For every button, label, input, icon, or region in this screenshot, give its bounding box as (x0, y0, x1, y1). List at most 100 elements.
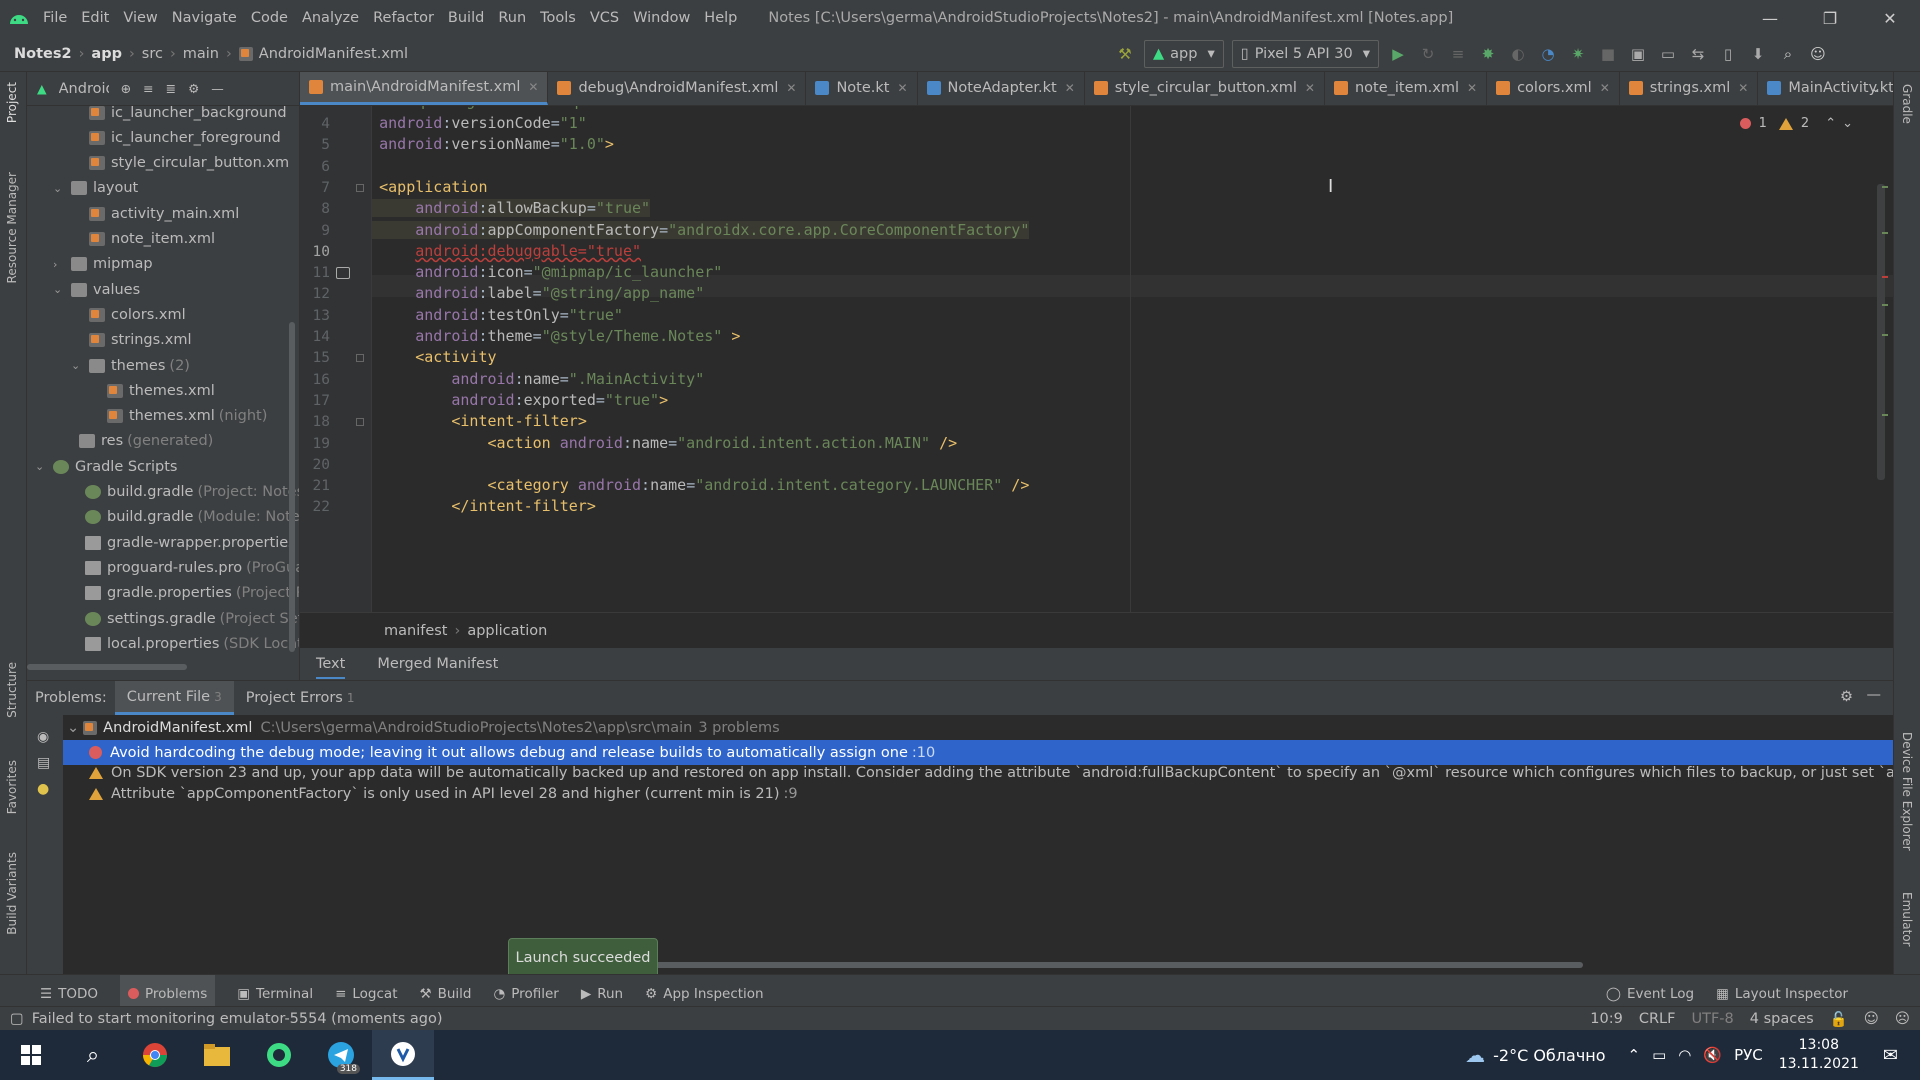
fold-icon[interactable] (356, 418, 364, 427)
menu-run[interactable]: Run (491, 0, 533, 36)
crumb-manifest[interactable]: manifest (384, 623, 448, 639)
tool-device-file-explorer[interactable]: Device File Explorer (1900, 732, 1914, 851)
tree-item[interactable]: ic_launcher_background (71, 100, 291, 125)
line-separator[interactable]: CRLF (1639, 1011, 1676, 1027)
chevron-icon[interactable]: ⌄ (35, 460, 49, 473)
gear-icon[interactable]: ⚙ (1840, 689, 1853, 705)
tree-item[interactable]: ⌄ values (53, 277, 144, 302)
run-config-select[interactable]: ▲ app ▾ (1144, 40, 1224, 68)
previous-highlight-icon[interactable]: ⌃ (1825, 116, 1836, 131)
search-icon[interactable]: ⌕ (62, 1030, 124, 1080)
coverage-icon[interactable]: ◐ (1503, 36, 1533, 72)
tree-item[interactable]: themes.xml (night) (89, 404, 267, 429)
menu-analyze[interactable]: Analyze (295, 0, 366, 36)
menu-view[interactable]: View (116, 0, 164, 36)
close-tab-icon[interactable]: ✕ (1467, 81, 1477, 95)
tree-item[interactable]: style_circular_button.xm (71, 151, 293, 176)
problem-row[interactable]: Attribute `appComponentFactory` is only … (63, 781, 1893, 806)
editor-tab[interactable]: debug\AndroidManifest.xml ✕ (548, 72, 807, 105)
fold-icon[interactable] (356, 183, 364, 192)
tree-item[interactable]: colors.xml (71, 302, 190, 327)
close-tab-icon[interactable]: ✕ (1305, 81, 1315, 95)
status-message[interactable]: Failed to start monitoring emulator-5554… (32, 1011, 443, 1027)
caret-position[interactable]: 10:9 (1590, 1011, 1623, 1027)
chevron-icon[interactable]: › (53, 258, 67, 271)
menu-refactor[interactable]: Refactor (366, 0, 441, 36)
inspection-widget[interactable]: 1 2 ⌃ ⌄ (1739, 116, 1853, 131)
breadcrumb-file[interactable]: AndroidManifest.xml (259, 46, 408, 62)
expand-all-icon[interactable]: ≡ (143, 81, 153, 96)
weather-text[interactable]: -2°C Облачно (1493, 1046, 1605, 1065)
menu-vcs[interactable]: VCS (583, 0, 626, 36)
tree-item[interactable]: res (generated) (61, 429, 213, 454)
tool-emulator[interactable]: Emulator (1900, 892, 1914, 947)
editor-tab[interactable]: style_circular_button.xml ✕ (1085, 72, 1325, 105)
chevron-icon[interactable]: ⌄ (53, 182, 67, 195)
restore-icon[interactable]: ❐ (1800, 0, 1860, 36)
language-indicator[interactable]: РУС (1734, 1046, 1763, 1064)
search-icon[interactable]: ⌕ (1773, 36, 1803, 72)
lightbulb-icon[interactable]: ● (37, 781, 49, 797)
breadcrumb-module[interactable]: app (91, 46, 122, 62)
tree-item[interactable]: themes.xml (89, 378, 219, 403)
breadcrumb-main[interactable]: main (183, 46, 219, 62)
collapse-all-icon[interactable]: ≣ (166, 81, 176, 96)
gear-icon[interactable]: ⚙ (188, 81, 199, 96)
minimize-icon[interactable]: — (1740, 0, 1800, 36)
menu-build[interactable]: Build (441, 0, 491, 36)
vertical-scrollbar[interactable] (289, 322, 295, 652)
avd-manager-icon[interactable]: ▭ (1653, 36, 1683, 72)
fold-icon[interactable] (356, 354, 364, 363)
close-icon[interactable]: ✕ (1860, 0, 1920, 36)
chevron-icon[interactable]: ⌄ (53, 283, 67, 296)
preview-icon[interactable]: ▤ (37, 755, 50, 771)
tab-current-file[interactable]: Current File 3 (114, 681, 234, 715)
editor-tab[interactable]: strings.xml ✕ (1620, 72, 1759, 105)
problem-file-row[interactable]: ⌄ AndroidManifest.xml C:\Users\germa\And… (63, 715, 1893, 740)
chrome-icon[interactable] (124, 1030, 186, 1080)
file-explorer-icon[interactable] (186, 1030, 248, 1080)
tab-merged-manifest[interactable]: Merged Manifest (377, 656, 498, 672)
rerun-icon[interactable]: ↻ (1413, 36, 1443, 72)
tree-item[interactable]: gradle-wrapper.properties(G (67, 530, 299, 555)
editor-tab[interactable]: note_item.xml ✕ (1325, 72, 1488, 105)
tool-gradle[interactable]: Gradle (1900, 84, 1914, 124)
windows-start-icon[interactable] (0, 1030, 62, 1080)
clock[interactable]: 13:08 13.11.2021 (1779, 1036, 1859, 1074)
tree-item[interactable]: build.gradle (Project: Notes) (67, 480, 299, 505)
run-icon[interactable]: ▶ (1383, 36, 1413, 72)
tree-item[interactable]: gradle.properties(Project Pro (67, 581, 299, 606)
tree-item[interactable]: settings.gradle(Project Settin (67, 606, 299, 631)
horizontal-scrollbar[interactable] (27, 664, 187, 670)
problems-scrollbar[interactable] (533, 962, 1583, 968)
locate-icon[interactable]: ⊕ (121, 81, 131, 96)
tree-item[interactable]: build.gradle(Module: Notes.a (67, 505, 299, 530)
device-select[interactable]: ▯ Pixel 5 API 30 ▾ (1231, 40, 1379, 68)
tree-item[interactable]: › mipmap (53, 252, 157, 277)
telegram-icon[interactable]: 318 (310, 1030, 372, 1080)
close-tab-icon[interactable]: ✕ (1600, 81, 1610, 95)
tabs-overflow-icon[interactable]: ⌄ (1871, 80, 1881, 95)
indent-setting[interactable]: 4 spaces (1750, 1011, 1814, 1027)
account-icon[interactable]: ☺ (1803, 36, 1833, 72)
close-tab-icon[interactable]: ✕ (786, 81, 796, 95)
debug-icon[interactable]: ✸ (1473, 36, 1503, 72)
attach-debugger-icon[interactable]: ✷ (1563, 36, 1593, 72)
code-editor[interactable]: package="com.example.notes" android:vers… (372, 106, 1893, 612)
tab-project-errors[interactable]: Project Errors 1 (234, 681, 367, 715)
sdk-manager-icon[interactable]: ⬇ (1743, 36, 1773, 72)
tree-item[interactable]: local.properties(SDK Locatio (67, 631, 299, 656)
project-structure-icon[interactable]: ▣ (1623, 36, 1653, 72)
tree-item[interactable]: ic_launcher_foreground (71, 125, 285, 150)
notifications-icon[interactable]: ✉ (1883, 1045, 1898, 1066)
tree-item[interactable]: proguard-rules.pro(ProGuard (67, 555, 299, 580)
file-encoding[interactable]: UTF-8 (1691, 1011, 1733, 1027)
tool-resource-manager[interactable]: Resource Manager (5, 172, 19, 283)
tab-text[interactable]: Text (316, 649, 346, 679)
tool-project[interactable]: Project (5, 82, 19, 123)
notification-face-icon[interactable]: ☹ (1895, 1011, 1910, 1027)
stop-icon[interactable]: ■ (1593, 36, 1623, 72)
eye-icon[interactable]: ◉ (37, 729, 49, 745)
menu-navigate[interactable]: Navigate (165, 0, 244, 36)
tree-item[interactable]: ⌄ Gradle Scripts (35, 454, 181, 479)
